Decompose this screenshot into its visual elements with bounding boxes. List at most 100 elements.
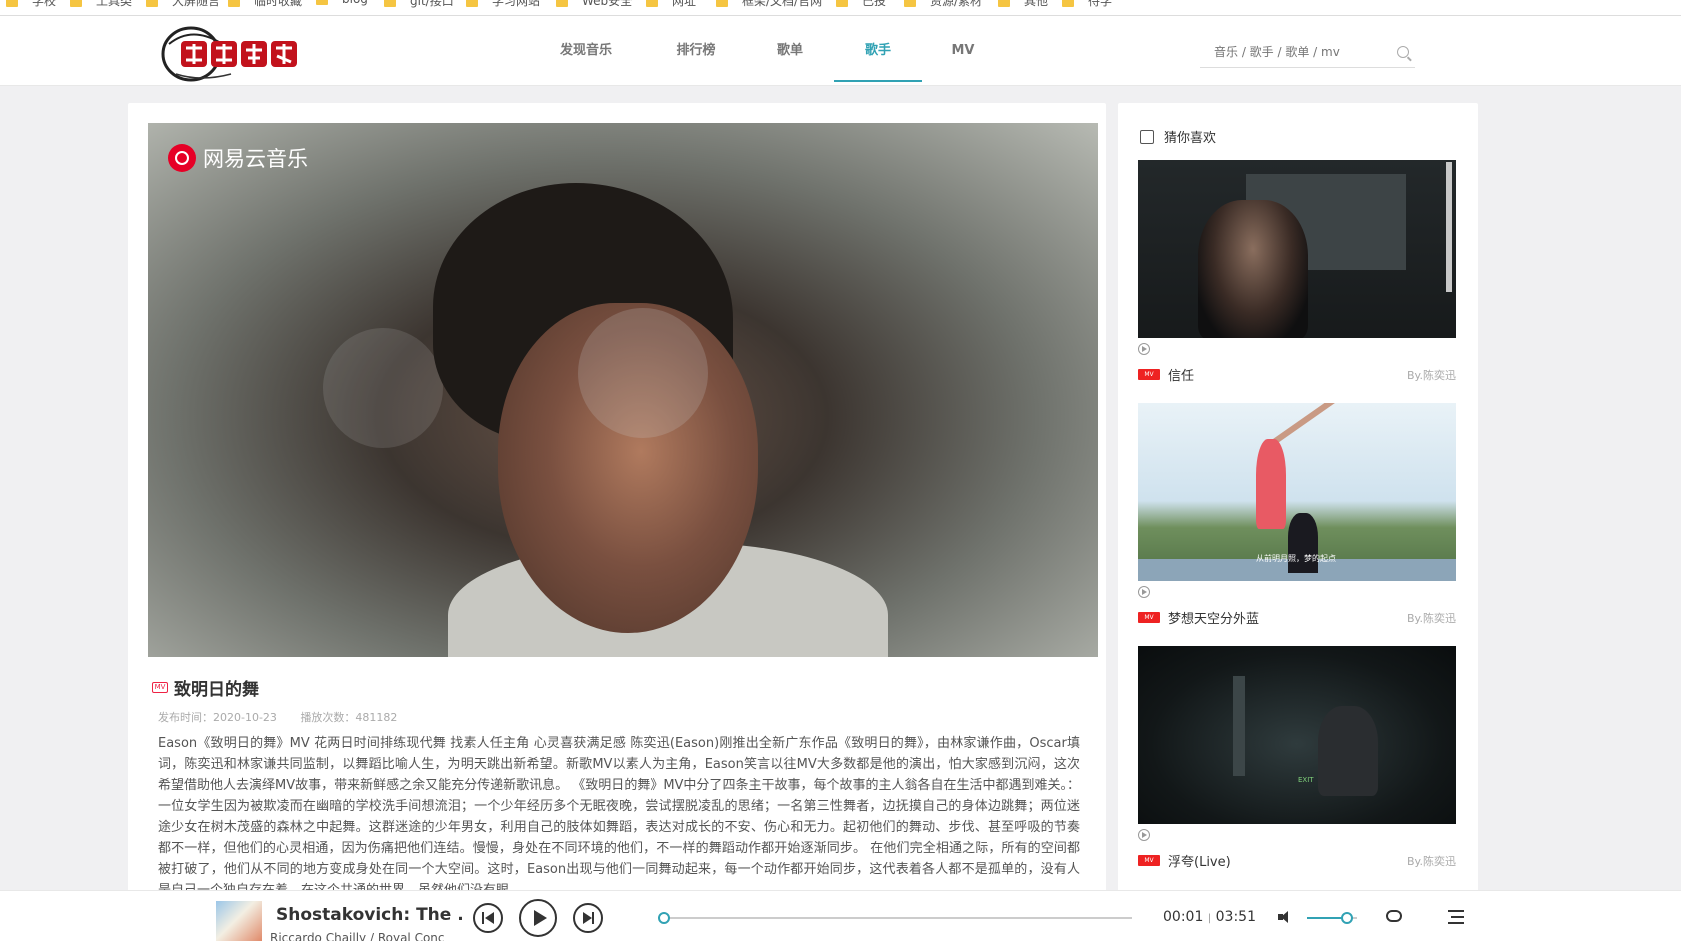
play-circle-icon[interactable] xyxy=(1138,586,1150,598)
folder-icon xyxy=(6,0,18,7)
nav-playlists[interactable]: 歌单 xyxy=(764,16,816,82)
previous-track-icon[interactable] xyxy=(473,903,503,933)
bookmark-item[interactable]: blog xyxy=(316,0,368,6)
progress-slider[interactable] xyxy=(657,912,1132,924)
thumbnail-performer xyxy=(1318,706,1378,796)
next-track-icon[interactable] xyxy=(573,903,603,933)
current-time: 00:01 xyxy=(1163,909,1204,925)
search-box xyxy=(1200,38,1415,68)
mv-icon: MV xyxy=(1138,612,1160,623)
recommend-artist[interactable]: By.陈奕迅 xyxy=(1407,610,1456,626)
thumbs-up-icon xyxy=(1140,129,1154,144)
play-circle-icon[interactable] xyxy=(1138,343,1150,355)
bookmark-item[interactable]: 学习网站 xyxy=(466,0,540,9)
recommend-thumbnail[interactable]: EXIT xyxy=(1138,646,1456,824)
search-input[interactable] xyxy=(1200,38,1390,66)
playlist-icon[interactable] xyxy=(1448,910,1464,924)
bookmark-item[interactable]: 工具类 xyxy=(70,0,132,9)
recommend-title[interactable]: 梦想天空分外蓝 xyxy=(1168,608,1407,627)
thumbnail-caption: EXIT xyxy=(1298,776,1314,784)
folder-icon xyxy=(998,0,1010,7)
music-player-bar: Shostakovich: The ... Riccardo Chailly /… xyxy=(0,890,1681,941)
mv-meta: 发布时间：2020-10-23 播放次数：481182 xyxy=(158,709,417,725)
bookmark-item[interactable]: 学校 xyxy=(6,0,56,9)
bookmark-item[interactable]: git/接口 xyxy=(384,0,454,9)
bookmark-item[interactable]: 已投 xyxy=(836,0,886,9)
site-header: 发现音乐 排行榜 歌单 歌手 MV xyxy=(0,16,1681,86)
nav-singers[interactable]: 歌手 xyxy=(834,16,922,82)
bookmark-item[interactable]: 网址 xyxy=(646,0,696,9)
publish-time: 发布时间：2020-10-23 xyxy=(158,711,277,724)
recommend-thumbnail[interactable] xyxy=(1138,160,1456,338)
album-cover[interactable] xyxy=(216,901,262,941)
volume-handle[interactable] xyxy=(1341,912,1353,924)
folder-icon xyxy=(146,0,158,7)
bookmark-item[interactable]: 框架/文档/官网 xyxy=(716,0,822,9)
bookmark-item[interactable]: 资源/素材 xyxy=(904,0,982,9)
track-title[interactable]: Shostakovich: The ... xyxy=(276,905,462,925)
bookmarks-bar: 学校 工具类 大屏随言 临时收藏 blog git/接口 学习网站 Web安全 … xyxy=(0,0,1681,16)
recommend-info: MV 信任 By.陈奕迅 xyxy=(1138,365,1456,384)
recommend-title[interactable]: 浮夸(Live) xyxy=(1168,851,1407,870)
recommend-sidebar: 猜你喜欢 MV 信任 By.陈奕迅 从前明月照，梦的起点 MV 梦想天空分外蓝 … xyxy=(1118,103,1478,903)
bookmark-item[interactable]: Web安全 xyxy=(556,0,632,9)
nav-charts[interactable]: 排行榜 xyxy=(664,16,728,82)
folder-icon xyxy=(646,0,658,7)
folder-icon xyxy=(556,0,568,7)
bookmark-item[interactable]: 待学 xyxy=(1062,0,1112,9)
mv-title: 致明日的舞 xyxy=(174,680,259,700)
loop-icon[interactable] xyxy=(1386,910,1402,922)
bookmark-item[interactable]: 其他 xyxy=(998,0,1048,9)
site-logo[interactable] xyxy=(161,24,306,82)
mv-detail-card: 网易云音乐 MV 致明日的舞 发布时间：2020-10-23 播放次数：4811… xyxy=(128,103,1106,903)
thumbnail-person xyxy=(1288,513,1318,573)
thumbnail-dancer xyxy=(1256,439,1286,529)
mv-icon: MV xyxy=(1138,855,1160,866)
bookmark-item[interactable]: 大屏随言 xyxy=(146,0,220,9)
nav-mv[interactable]: MV xyxy=(942,16,984,82)
track-artist[interactable]: Riccardo Chailly / Royal Conc xyxy=(270,931,460,941)
time-separator: | xyxy=(1207,913,1212,924)
folder-icon xyxy=(904,0,916,7)
time-display: 00:01 | 03:51 xyxy=(1163,909,1256,925)
folder-icon xyxy=(70,0,82,7)
recommend-artist[interactable]: By.陈奕迅 xyxy=(1407,853,1456,869)
mv-description: Eason《致明日的舞》MV 花两日时间排练现代舞 找素人任主角 心灵喜获满足感… xyxy=(158,736,1080,898)
watermark-text: 网易云音乐 xyxy=(203,147,308,171)
mv-title-row: MV 致明日的舞 xyxy=(152,675,259,700)
folder-icon xyxy=(1062,0,1074,7)
folder-icon xyxy=(316,0,328,5)
nav-discover[interactable]: 发现音乐 xyxy=(546,16,626,82)
bookmark-item[interactable]: 临时收藏 xyxy=(228,0,302,9)
folder-icon xyxy=(384,0,396,7)
volume-icon[interactable] xyxy=(1278,911,1288,923)
folder-icon xyxy=(466,0,478,7)
folder-icon xyxy=(228,0,240,7)
recommend-info: MV 浮夸(Live) By.陈奕迅 xyxy=(1138,851,1456,870)
bokeh-light xyxy=(323,328,443,448)
mv-video-player[interactable]: 网易云音乐 xyxy=(148,123,1098,657)
mv-icon: MV xyxy=(1138,369,1160,380)
video-watermark: 网易云音乐 xyxy=(168,143,308,173)
stage-structure xyxy=(1233,676,1245,776)
search-icon[interactable] xyxy=(1397,46,1409,58)
thumbnail-person xyxy=(1198,200,1308,338)
sidebar-title: 猜你喜欢 xyxy=(1164,131,1217,146)
netease-music-icon xyxy=(168,144,196,172)
recommend-info: MV 梦想天空分外蓝 By.陈奕迅 xyxy=(1138,608,1456,627)
play-circle-icon[interactable] xyxy=(1138,829,1150,841)
dancer-leg xyxy=(1272,403,1342,445)
recommend-artist[interactable]: By.陈奕迅 xyxy=(1407,367,1456,383)
bokeh-light xyxy=(578,308,708,438)
play-count: 播放次数：481182 xyxy=(300,711,398,724)
total-time: 03:51 xyxy=(1215,909,1256,925)
play-icon[interactable] xyxy=(519,899,557,937)
thumbnail-light xyxy=(1446,162,1452,292)
progress-handle[interactable] xyxy=(657,912,670,924)
sidebar-header: 猜你喜欢 xyxy=(1140,127,1216,146)
folder-icon xyxy=(716,0,728,7)
volume-slider[interactable] xyxy=(1307,912,1357,924)
recommend-thumbnail[interactable]: 从前明月照，梦的起点 xyxy=(1138,403,1456,581)
recommend-title[interactable]: 信任 xyxy=(1168,365,1407,384)
folder-icon xyxy=(836,0,848,7)
